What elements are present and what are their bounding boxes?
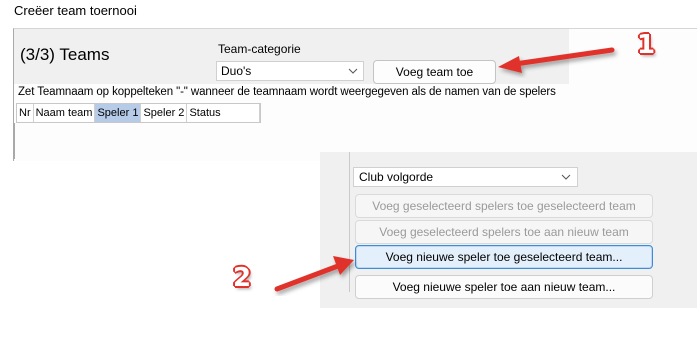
annotation-arrows [274, 47, 615, 292]
annotation-marker-2: 2 [233, 263, 252, 293]
annotation-marker-1: 1 [637, 30, 656, 60]
arrow-1-icon [498, 47, 615, 73]
arrow-2-icon [274, 256, 354, 292]
